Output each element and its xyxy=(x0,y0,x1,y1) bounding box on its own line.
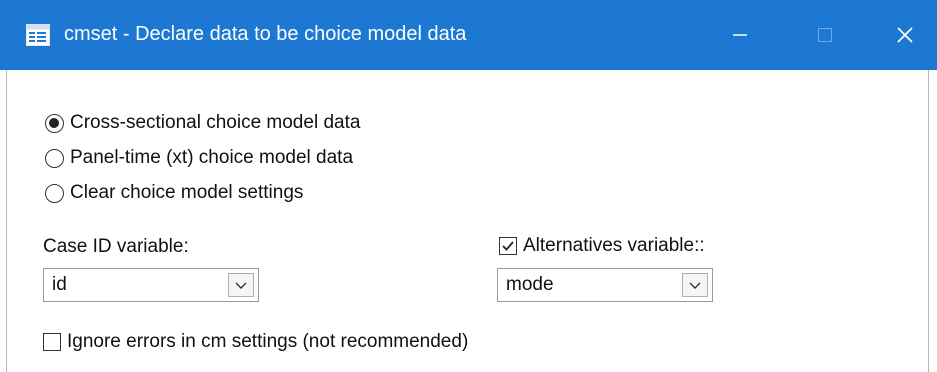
minimize-button[interactable] xyxy=(705,0,775,70)
radio-label: Clear choice model settings xyxy=(70,182,304,203)
alternatives-label: Alternatives variable:: xyxy=(523,235,705,256)
radio-label: Panel-time (xt) choice model data xyxy=(70,147,354,168)
minimize-icon xyxy=(733,34,747,36)
alternatives-checkbox-row[interactable]: Alternatives variable:: xyxy=(499,235,705,257)
alternatives-dropdown-button[interactable] xyxy=(682,273,708,297)
case-id-value: id xyxy=(52,274,67,295)
maximize-icon xyxy=(818,28,832,42)
case-id-combobox[interactable]: id xyxy=(43,268,259,302)
maximize-button[interactable] xyxy=(790,0,860,70)
alternatives-value: mode xyxy=(506,274,554,295)
close-icon xyxy=(897,27,913,43)
chevron-down-icon xyxy=(235,282,247,289)
window-title: cmset - Declare data to be choice model … xyxy=(64,23,467,45)
radio-clear-settings[interactable]: Clear choice model settings xyxy=(45,182,303,204)
alternatives-checkbox[interactable] xyxy=(499,237,517,255)
dialog-icon xyxy=(26,24,50,46)
radio-button[interactable] xyxy=(45,148,64,168)
alternatives-combobox[interactable]: mode xyxy=(497,268,713,302)
title-bar[interactable]: cmset - Declare data to be choice model … xyxy=(0,0,937,70)
radio-label: Cross-sectional choice model data xyxy=(70,112,361,133)
dialog-content: Cross-sectional choice model data Panel-… xyxy=(6,70,929,372)
ignore-errors-label: Ignore errors in cm settings (not recomm… xyxy=(67,331,469,352)
radio-panel-time[interactable]: Panel-time (xt) choice model data xyxy=(45,147,353,169)
ignore-errors-checkbox[interactable] xyxy=(43,333,61,351)
chevron-down-icon xyxy=(689,282,701,289)
checkmark-icon xyxy=(502,241,514,251)
radio-button[interactable] xyxy=(45,183,64,203)
radio-button-selected[interactable] xyxy=(45,113,64,133)
close-button[interactable] xyxy=(870,0,937,70)
ignore-errors-checkbox-row[interactable]: Ignore errors in cm settings (not recomm… xyxy=(43,331,468,353)
cmset-dialog-window: cmset - Declare data to be choice model … xyxy=(0,0,937,372)
case-id-dropdown-button[interactable] xyxy=(228,273,254,297)
radio-cross-sectional[interactable]: Cross-sectional choice model data xyxy=(45,112,360,134)
case-id-label: Case ID variable: xyxy=(43,236,189,257)
